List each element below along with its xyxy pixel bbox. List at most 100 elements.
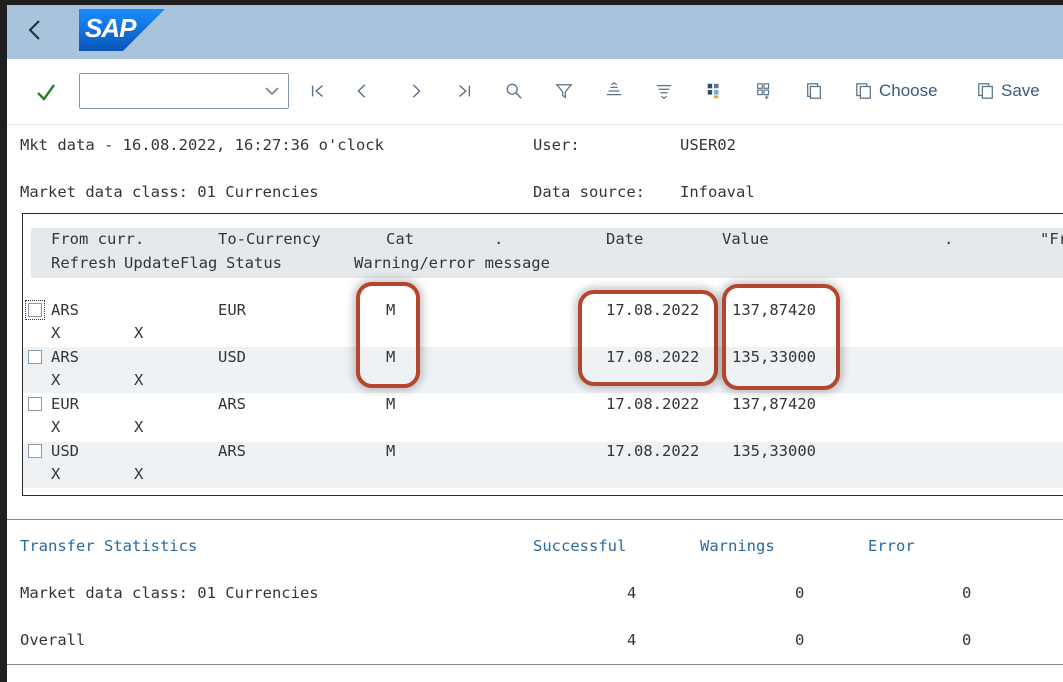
stats-col-successful: Successful (533, 537, 627, 555)
row-category: M (386, 395, 396, 413)
row-value: 135,33000 (732, 442, 816, 460)
row-update-flag: X (134, 324, 144, 342)
stats-col-warnings: Warnings (700, 537, 775, 555)
filter-icon (555, 84, 573, 99)
col-update-flag[interactable]: UpdateFlag (124, 254, 217, 272)
row-to-currency: ARS (218, 395, 246, 413)
find-button[interactable] (503, 79, 525, 103)
col-separator-2: . (944, 230, 954, 248)
back-button[interactable] (27, 15, 57, 45)
sort-descending-button[interactable] (653, 79, 675, 103)
layout-button[interactable] (703, 79, 725, 103)
col-date[interactable]: Date (606, 230, 643, 248)
details-button[interactable] (803, 79, 825, 103)
market-data-class-label: Market data class: 01 Currencies (20, 183, 319, 201)
col-to-currency[interactable]: To-Currency (218, 230, 321, 248)
previous-page-icon (357, 84, 366, 98)
choose-button[interactable]: Choose (855, 77, 938, 105)
row-to-currency: ARS (218, 442, 246, 460)
sort-ascending-icon (606, 82, 622, 96)
row-refresh: X (51, 465, 61, 483)
stats-row-successful: 4 (627, 631, 637, 649)
stats-row-label: Overall (20, 631, 86, 649)
enter-button[interactable] (35, 81, 57, 103)
row-select-checkbox[interactable] (28, 350, 42, 364)
data-source-value: Infoaval (680, 183, 755, 201)
save-button-label: Save (1001, 81, 1040, 100)
last-page-icon (459, 85, 471, 97)
col-from-currency[interactable]: From curr. (51, 230, 144, 248)
filter-button[interactable] (553, 79, 575, 103)
sum-button[interactable] (753, 79, 775, 103)
save-button[interactable]: Save (977, 77, 1040, 105)
row-refresh: X (51, 324, 61, 342)
choose-button-label: Choose (879, 81, 938, 100)
row-date: 17.08.2022 (606, 348, 700, 366)
sum-icon (757, 83, 770, 100)
row-from-currency: USD (51, 442, 79, 460)
shell-bar: SAP (7, 5, 1063, 59)
row-select-checkbox[interactable] (25, 300, 45, 320)
details-icon (807, 83, 821, 99)
choose-icon (856, 83, 871, 99)
col-warning-message[interactable]: Warning/error message (354, 254, 550, 272)
stats-row-successful: 4 (627, 584, 637, 602)
stats-row-label: Market data class: 01 Currencies (20, 584, 319, 602)
command-field[interactable] (79, 73, 289, 109)
row-date: 17.08.2022 (606, 395, 700, 413)
stats-row-error: 0 (962, 631, 972, 649)
row-category: M (386, 442, 396, 460)
check-icon (37, 84, 55, 101)
stats-row-warnings: 0 (795, 631, 805, 649)
col-category[interactable]: Cat (386, 230, 414, 248)
row-category: M (386, 301, 396, 319)
back-arrow-icon (28, 20, 40, 40)
sap-logo-text: SAP (85, 13, 136, 43)
row-to-currency: EUR (218, 301, 246, 319)
command-input[interactable] (80, 74, 250, 108)
stats-col-error: Error (868, 537, 915, 555)
transfer-statistics-title: Transfer Statistics (20, 537, 198, 555)
row-from-currency: EUR (51, 395, 79, 413)
first-page-icon (311, 85, 323, 97)
row-to-currency: USD (218, 348, 246, 366)
row-band-4 (23, 442, 1063, 488)
first-page-button[interactable] (307, 79, 329, 103)
row-from-currency: ARS (51, 348, 79, 366)
user-label: User: (533, 136, 580, 154)
sap-logo: SAP (79, 9, 165, 51)
user-value: USER02 (680, 136, 736, 154)
col-value[interactable]: Value (722, 230, 769, 248)
col-from-truncated[interactable]: "Fr (1040, 230, 1063, 248)
row-update-flag: X (134, 371, 144, 389)
next-page-icon (412, 84, 421, 98)
row-refresh: X (51, 371, 61, 389)
col-separator-1: . (494, 230, 504, 248)
row-select-checkbox[interactable] (28, 444, 42, 458)
col-refresh[interactable]: Refresh (51, 254, 116, 272)
col-status[interactable]: Status (226, 254, 282, 272)
stats-row-warnings: 0 (795, 584, 805, 602)
row-from-currency: ARS (51, 301, 79, 319)
chevron-down-icon[interactable] (264, 84, 280, 98)
save-icon (978, 83, 993, 99)
row-update-flag: X (134, 465, 144, 483)
stats-row-error: 0 (962, 584, 972, 602)
next-page-button[interactable] (405, 79, 427, 103)
row-refresh: X (51, 418, 61, 436)
row-category: M (386, 348, 396, 366)
sort-ascending-button[interactable] (603, 79, 625, 103)
row-value: 137,87420 (732, 395, 816, 413)
row-select-checkbox[interactable] (28, 397, 42, 411)
window-frame-left (0, 0, 7, 682)
previous-page-button[interactable] (351, 79, 373, 103)
layout-icon (707, 83, 719, 99)
last-page-button[interactable] (453, 79, 475, 103)
row-date: 17.08.2022 (606, 442, 700, 460)
row-update-flag: X (134, 418, 144, 436)
find-icon (506, 83, 522, 99)
application-toolbar: Choose Save (7, 59, 1063, 125)
sort-descending-icon (656, 84, 672, 99)
row-band-2 (23, 347, 1063, 393)
list-title: Mkt data - 16.08.2022, 16:27:36 o'clock (20, 136, 384, 154)
